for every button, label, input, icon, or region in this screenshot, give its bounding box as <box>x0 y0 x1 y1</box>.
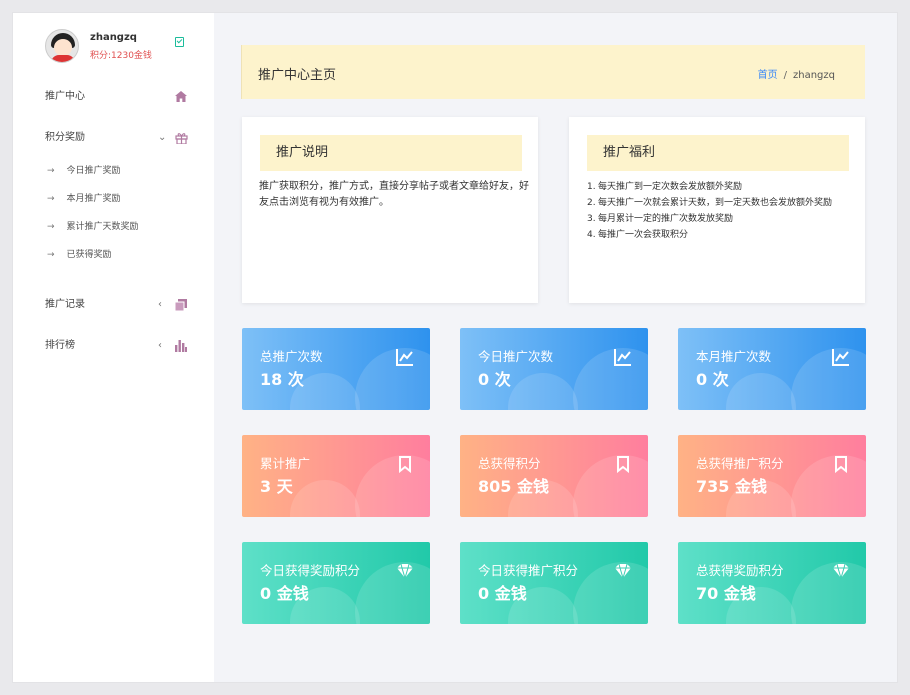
stat-label: 总获得奖励积分 <box>696 563 784 578</box>
line-chart-icon <box>396 349 413 366</box>
sidebar-item-home[interactable]: 推广中心 <box>45 89 195 105</box>
gift-icon <box>175 132 188 147</box>
stat-label: 本月推广次数 <box>696 349 772 364</box>
stat-value: 0 次 <box>696 370 729 389</box>
stat-card-today-reward-credits: 今日获得奖励积分 0 金钱 <box>242 542 430 624</box>
stat-label: 总推广次数 <box>260 349 323 364</box>
checkin-badge-icon[interactable] <box>175 37 184 47</box>
sidebar-item-label: 排行榜 <box>45 340 75 351</box>
stat-card-total-promo-credits: 总获得推广积分 735 金钱 <box>678 435 866 517</box>
avatar[interactable] <box>45 29 79 63</box>
stat-value: 18 次 <box>260 370 304 389</box>
sidebar-subitem-month-reward[interactable]: → 本月推广奖励 <box>47 192 121 206</box>
benefits-card: 推广福利 1. 每天推广到一定次数会发放额外奖励 2. 每天推广一次就会累计天数，到… <box>569 117 865 303</box>
bookmark-icon <box>399 456 411 473</box>
sidebar-item-ranking[interactable]: 排行榜 ‹ <box>45 338 195 354</box>
card-title: 推广说明 <box>260 135 522 171</box>
chevron-down-icon: ⌄ <box>158 132 167 143</box>
bar-chart-icon <box>175 340 187 355</box>
stat-card-today-promo-credits: 今日获得推广积分 0 金钱 <box>460 542 648 624</box>
list-item: 1. 每天推广到一定次数会发放额外奖励 <box>587 182 743 192</box>
arrow-right-icon: → <box>47 194 55 204</box>
list-item: 4. 每推广一次会获取积分 <box>587 230 689 240</box>
line-chart-icon <box>614 349 631 366</box>
stat-label: 今日获得推广积分 <box>478 563 579 578</box>
stat-label: 今日获得奖励积分 <box>260 563 361 578</box>
stat-card-total-reward-credits: 总获得奖励积分 70 金钱 <box>678 542 866 624</box>
stat-label: 今日推广次数 <box>478 349 554 364</box>
arrow-right-icon: → <box>47 222 55 232</box>
sidebar-subitem-days-reward[interactable]: → 累计推广天数奖励 <box>47 220 139 234</box>
arrow-right-icon: → <box>47 250 55 260</box>
arrow-right-icon: → <box>47 166 55 176</box>
benefits-list: 1. 每天推广到一定次数会发放额外奖励 2. 每天推广一次就会累计天数，到一定天数也… <box>587 179 855 243</box>
app-frame: zhangzq 积分:1230金钱 推广中心 积分奖励 ⌄ → 今日推广奖励 → 本… <box>12 12 898 683</box>
stat-value: 0 金钱 <box>478 584 527 603</box>
chevron-left-icon: ‹ <box>158 340 162 351</box>
sidebar-subitem-earned-reward[interactable]: → 已获得奖励 <box>47 248 112 262</box>
bookmark-icon <box>617 456 629 473</box>
stat-label: 总获得推广积分 <box>696 456 784 471</box>
breadcrumb-current: zhangzq <box>793 70 835 81</box>
user-credits: 积分:1230金钱 <box>90 51 152 61</box>
sidebar-item-label: 推广中心 <box>45 91 85 102</box>
stat-value: 805 金钱 <box>478 477 549 496</box>
sidebar-item-rewards[interactable]: 积分奖励 ⌄ <box>45 130 195 146</box>
username[interactable]: zhangzq <box>90 32 137 43</box>
card-text: 推广获取积分，推广方式，直接分享帖子或者文章给好友，好友点击浏览有视为有效推广。 <box>259 181 529 208</box>
main-content: 推广中心主页 首页 / zhangzq 推广说明 推广获取积分，推广方式，直接分享帖… <box>214 13 897 682</box>
stat-card-cumulative-days: 累计推广 3 天 <box>242 435 430 517</box>
list-item: 2. 每天推广一次就会累计天数，到一定天数也会发放额外奖励 <box>587 198 833 208</box>
list-item: 3. 每月累计一定的推广次数发放奖励 <box>587 214 734 224</box>
copy-icon <box>174 299 187 314</box>
diamond-icon <box>833 563 849 580</box>
card-title: 推广福利 <box>587 135 849 171</box>
stat-value: 735 金钱 <box>696 477 767 496</box>
sidebar: zhangzq 积分:1230金钱 推广中心 积分奖励 ⌄ → 今日推广奖励 → 本… <box>13 13 213 682</box>
diamond-icon <box>615 563 631 580</box>
page-header: 推广中心主页 首页 / zhangzq <box>241 45 865 99</box>
stat-card-today-promotions: 今日推广次数 0 次 <box>460 328 648 410</box>
page-title: 推广中心主页 <box>258 68 337 83</box>
stat-card-total-credits: 总获得积分 805 金钱 <box>460 435 648 517</box>
stat-card-month-promotions: 本月推广次数 0 次 <box>678 328 866 410</box>
chevron-left-icon: ‹ <box>158 299 162 310</box>
intro-card: 推广说明 推广获取积分，推广方式，直接分享帖子或者文章给好友，好友点击浏览有视为… <box>242 117 538 303</box>
sidebar-item-label: 推广记录 <box>45 299 85 310</box>
stat-card-total-promotions: 总推广次数 18 次 <box>242 328 430 410</box>
stat-value: 70 金钱 <box>696 584 756 603</box>
stat-label: 累计推广 <box>260 456 311 471</box>
stat-value: 0 金钱 <box>260 584 309 603</box>
breadcrumb-home-link[interactable]: 首页 <box>758 70 778 81</box>
user-panel: zhangzq 积分:1230金钱 <box>45 29 195 63</box>
diamond-icon <box>397 563 413 580</box>
sidebar-item-records[interactable]: 推广记录 ‹ <box>45 297 195 313</box>
breadcrumb: 首页 / zhangzq <box>757 70 835 81</box>
stat-value: 0 次 <box>478 370 511 389</box>
stat-value: 3 天 <box>260 477 293 496</box>
stat-label: 总获得积分 <box>478 456 541 471</box>
home-icon <box>175 91 187 105</box>
line-chart-icon <box>832 349 849 366</box>
sidebar-item-label: 积分奖励 <box>45 132 85 143</box>
sidebar-subitem-today-reward[interactable]: → 今日推广奖励 <box>47 164 121 178</box>
bookmark-icon <box>835 456 847 473</box>
